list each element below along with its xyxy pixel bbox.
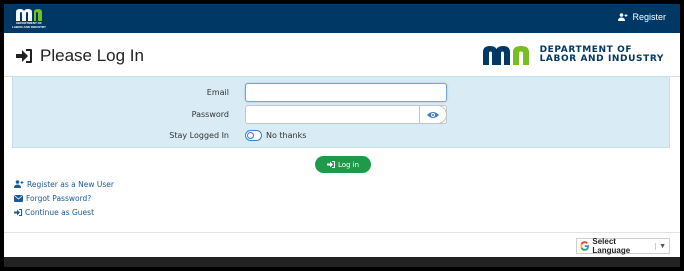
user-plus-icon (618, 13, 628, 21)
footer-divider (4, 232, 680, 233)
google-g-icon (580, 241, 590, 251)
bottom-bar (4, 257, 680, 267)
mn-brand-mark-icon (482, 46, 529, 65)
register-top-label: Register (632, 12, 666, 22)
toggle-knob (247, 132, 254, 139)
email-field[interactable] (245, 83, 447, 102)
logo-text: DEPARTMENT OF LABOR AND INDUSTRY (12, 21, 46, 29)
page-title-text: Please Log In (40, 46, 144, 65)
login-button[interactable]: Log in (315, 156, 371, 173)
dropdown-arrow-icon: ▼ (655, 242, 666, 250)
forgot-password-label: Forgot Password? (26, 193, 92, 203)
login-button-label: Log in (337, 160, 360, 169)
stay-logged-in-toggle[interactable] (245, 130, 262, 141)
sign-in-icon (14, 208, 22, 216)
page-header: Please Log In DEPARTMENT OF LABOR AND IN… (4, 33, 680, 77)
show-password-button[interactable] (419, 105, 447, 124)
mn-logo[interactable]: DEPARTMENT OF LABOR AND INDUSTRY (12, 8, 46, 30)
language-select[interactable]: Select Language ▼ (576, 237, 670, 255)
forgot-password-link[interactable]: Forgot Password? (14, 191, 114, 205)
language-select-label: Select Language (592, 237, 631, 255)
page-title: Please Log In (16, 46, 144, 66)
page: DEPARTMENT OF LABOR AND INDUSTRY Registe… (4, 4, 680, 267)
brand-line-2: LABOR AND INDUSTRY (539, 54, 664, 64)
password-field[interactable] (245, 105, 447, 124)
eye-icon (427, 111, 439, 118)
mn-logo-mark-icon (16, 9, 42, 21)
login-form: Email Password Stay Logged In No thanks (12, 76, 670, 148)
register-top-link[interactable]: Register (618, 12, 666, 22)
sign-in-icon (326, 161, 335, 168)
brand-text: DEPARTMENT OF LABOR AND INDUSTRY (540, 46, 664, 64)
top-navbar: DEPARTMENT OF LABOR AND INDUSTRY Registe… (4, 4, 680, 33)
account-links: Register as a New User Forgot Password? … (14, 177, 114, 219)
register-new-user-label: Register as a New User (27, 179, 114, 189)
sign-in-icon (16, 49, 32, 63)
register-new-user-link[interactable]: Register as a New User (14, 177, 114, 191)
password-label: Password (191, 110, 229, 119)
user-plus-icon (14, 180, 24, 188)
envelope-icon (14, 194, 23, 202)
toggle-state-text: No thanks (266, 131, 307, 140)
stay-logged-in-label: Stay Logged In (169, 131, 229, 140)
dli-brand-logo: DEPARTMENT OF LABOR AND INDUSTRY (481, 45, 664, 65)
continue-as-guest-label: Continue as Guest (25, 207, 95, 217)
continue-as-guest-link[interactable]: Continue as Guest (14, 205, 114, 219)
email-label: Email (206, 88, 229, 97)
